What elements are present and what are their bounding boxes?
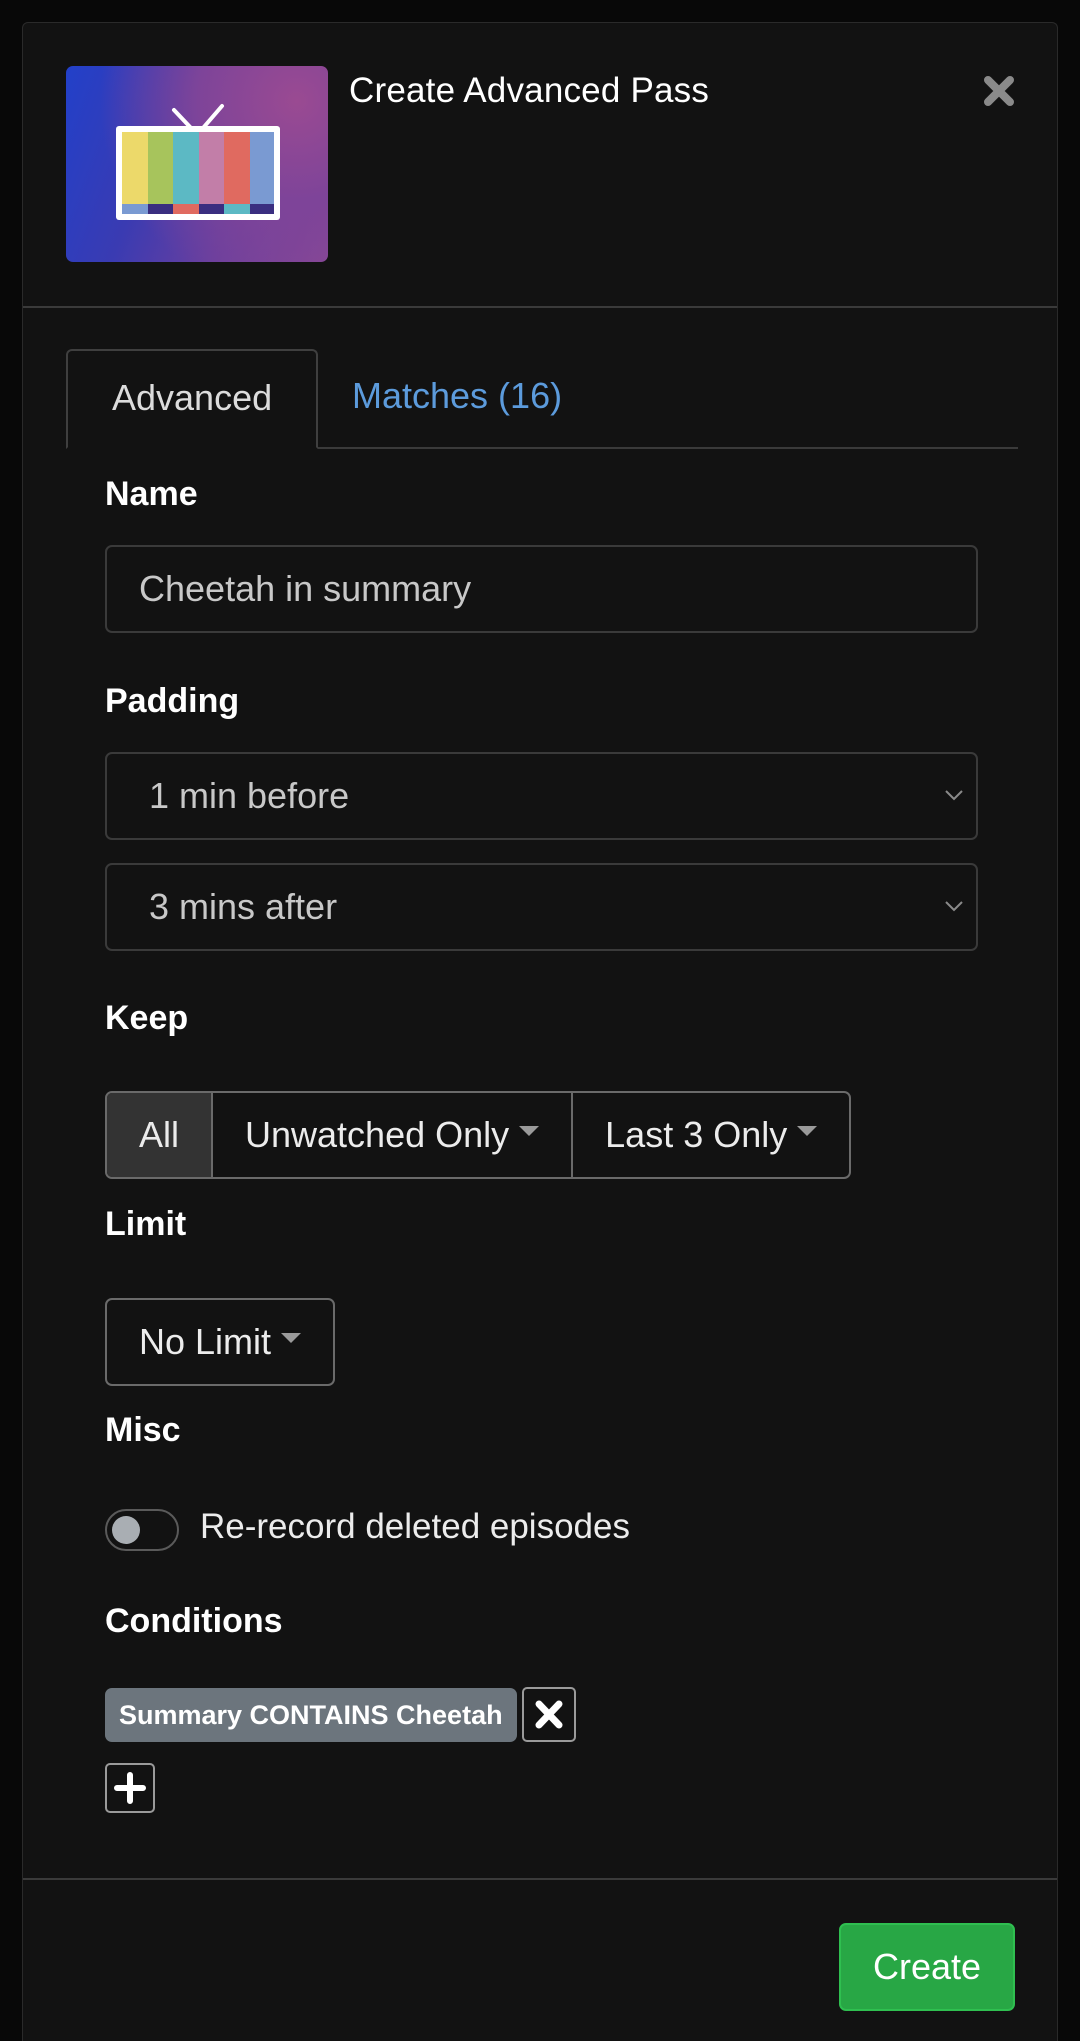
create-button[interactable]: Create (839, 1923, 1015, 2011)
modal-title: Create Advanced Pass (349, 71, 710, 110)
tab-matches[interactable]: Matches (16) (308, 349, 606, 447)
plus-icon (114, 1772, 146, 1804)
conditions-label: Conditions (105, 1602, 283, 1640)
tab-bar: Advanced Matches (16) (66, 349, 1018, 449)
padding-after-select[interactable]: 3 mins after (105, 863, 978, 951)
keep-last-label: Last 3 Only (605, 1114, 788, 1155)
padding-before-value: 1 min before (149, 775, 350, 816)
limit-label: Limit (105, 1205, 187, 1243)
create-advanced-pass-modal: Create Advanced Pass Advanced Matches (1… (22, 22, 1058, 2041)
limit-value: No Limit (139, 1321, 272, 1362)
keep-all-button[interactable]: All (107, 1093, 212, 1177)
keep-unwatched-dropdown[interactable]: Unwatched Only (211, 1093, 571, 1177)
keep-label: Keep (105, 999, 189, 1037)
keep-unwatched-label: Unwatched Only (245, 1114, 510, 1155)
caret-down-icon (281, 1333, 302, 1343)
rerecord-toggle[interactable] (105, 1509, 179, 1551)
modal-header: Create Advanced Pass (23, 23, 1057, 308)
tv-color-bars-icon (66, 66, 328, 262)
misc-label: Misc (105, 1411, 181, 1449)
limit-dropdown[interactable]: No Limit (105, 1298, 336, 1386)
condition-chip: Summary CONTAINS Cheetah (105, 1688, 517, 1742)
chevron-down-icon (945, 790, 963, 801)
close-icon (984, 76, 1014, 106)
padding-before-select[interactable]: 1 min before (105, 752, 978, 840)
remove-condition-button[interactable] (522, 1687, 576, 1742)
modal-footer: Create (23, 1878, 1057, 2040)
name-label: Name (105, 475, 198, 513)
tab-advanced[interactable]: Advanced (66, 349, 319, 449)
padding-after-value: 3 mins after (149, 886, 338, 927)
keep-button-group: All Unwatched Only Last 3 Only (105, 1091, 852, 1179)
caret-down-icon (519, 1126, 540, 1136)
toggle-knob (112, 1516, 140, 1544)
close-icon (535, 1700, 563, 1729)
padding-label: Padding (105, 682, 240, 720)
name-input[interactable] (105, 545, 978, 633)
keep-last-dropdown[interactable]: Last 3 Only (571, 1093, 849, 1177)
close-button[interactable] (981, 73, 1017, 109)
rerecord-label: Re-record deleted episodes (200, 1507, 630, 1546)
caret-down-icon (797, 1126, 818, 1136)
chevron-down-icon (945, 901, 963, 912)
add-condition-button[interactable] (105, 1763, 155, 1813)
